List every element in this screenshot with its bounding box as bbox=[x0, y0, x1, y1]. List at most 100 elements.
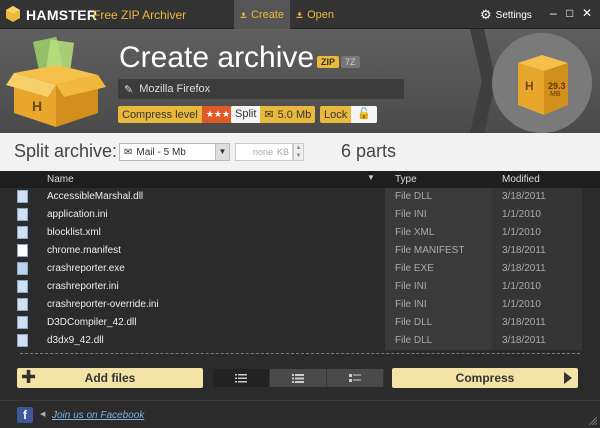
footer: f ◀ Join us on Facebook bbox=[0, 400, 600, 428]
file-type: File DLL bbox=[385, 188, 492, 206]
tiles-icon bbox=[349, 373, 361, 382]
compress-label: Compress bbox=[455, 371, 515, 385]
box-letter: H bbox=[525, 79, 534, 93]
sort-desc-icon[interactable]: ▼ bbox=[367, 173, 375, 182]
archive-box-icon: H bbox=[6, 36, 106, 127]
parts-count: 6 parts bbox=[341, 141, 397, 161]
table-row[interactable]: application.ini File INI 1/1/2010 bbox=[0, 206, 600, 224]
tab-create-label: Create bbox=[250, 8, 284, 21]
ini-file-icon bbox=[17, 298, 28, 311]
split-preset-value: Mail - 5 Mb bbox=[136, 146, 186, 158]
file-table-header: Name ▼ Type Modified bbox=[0, 171, 600, 188]
archive-size-value: 29.3 bbox=[548, 81, 566, 91]
app-name: HAMSTER bbox=[26, 7, 98, 23]
archive-name-value: Mozilla Firefox bbox=[139, 83, 211, 95]
split-size-unit: KB bbox=[276, 147, 289, 157]
split-size-input[interactable]: none KB bbox=[235, 143, 293, 161]
ini-file-icon bbox=[17, 208, 28, 221]
file-type: File INI bbox=[385, 296, 492, 314]
add-files-button[interactable]: ✚ Add files bbox=[17, 367, 203, 388]
facebook-icon[interactable]: f bbox=[17, 407, 33, 423]
xml-file-icon bbox=[17, 226, 28, 239]
dll-file-icon bbox=[17, 334, 28, 347]
file-name: crashreporter.exe bbox=[47, 263, 125, 274]
download-icon bbox=[296, 11, 303, 18]
format-zip-toggle[interactable]: ZIP bbox=[317, 56, 340, 68]
settings-button[interactable]: ⚙ Settings bbox=[480, 7, 532, 23]
column-type[interactable]: Type bbox=[395, 174, 417, 185]
file-modified: 1/1/2010 bbox=[492, 224, 582, 242]
lock-option[interactable]: Lock 🔓 bbox=[320, 106, 377, 123]
maximize-button[interactable]: □ bbox=[566, 7, 573, 19]
file-name: blocklist.xml bbox=[47, 227, 101, 238]
compress-level-stars: ★★★ bbox=[201, 106, 235, 123]
title-bar: HAMSTER Free ZIP Archiver Create Open ⚙ … bbox=[0, 0, 600, 29]
gear-icon: ⚙ bbox=[480, 7, 492, 22]
file-name: crashreporter-override.ini bbox=[47, 299, 159, 310]
lock-label: Lock bbox=[324, 108, 348, 121]
pencil-icon: ✎ bbox=[124, 83, 134, 96]
facebook-link[interactable]: Join us on Facebook bbox=[52, 410, 144, 421]
file-icon bbox=[17, 244, 28, 257]
tab-create[interactable]: Create bbox=[234, 0, 290, 29]
table-row[interactable]: D3DCompiler_42.dll File DLL 3/18/2011 bbox=[0, 314, 600, 332]
envelope-icon: ✉ bbox=[264, 109, 274, 121]
view-tiles-button[interactable] bbox=[327, 369, 384, 387]
upload-icon bbox=[240, 11, 247, 18]
table-row[interactable]: AccessibleMarshal.dll File DLL 3/18/2011 bbox=[0, 188, 600, 206]
table-row[interactable]: blocklist.xml File XML 1/1/2010 bbox=[0, 224, 600, 242]
tab-open-label: Open bbox=[307, 8, 334, 21]
table-row[interactable]: crashreporter.ini File INI 1/1/2010 bbox=[0, 278, 600, 296]
file-type: File DLL bbox=[385, 314, 492, 332]
file-modified: 1/1/2010 bbox=[492, 296, 582, 314]
format-7z-toggle[interactable]: 7Z bbox=[341, 56, 360, 68]
minimize-button[interactable]: – bbox=[550, 7, 557, 19]
split-value: 5.0 Mb bbox=[277, 108, 312, 121]
split-option[interactable]: Split ✉ 5.0 Mb bbox=[231, 106, 316, 123]
view-details-button[interactable] bbox=[213, 369, 270, 387]
app-subtitle: Free ZIP Archiver bbox=[93, 8, 187, 22]
file-type: File MANIFEST bbox=[385, 242, 492, 260]
file-type: File INI bbox=[385, 206, 492, 224]
column-modified[interactable]: Modified bbox=[502, 174, 540, 185]
file-type: File DLL bbox=[385, 332, 492, 350]
file-name: chrome.manifest bbox=[47, 245, 121, 256]
settings-label: Settings bbox=[495, 9, 532, 21]
split-size-stepper[interactable]: ▲ ▼ bbox=[293, 143, 304, 161]
svg-text:H: H bbox=[32, 98, 42, 114]
file-modified: 3/18/2011 bbox=[492, 242, 582, 260]
table-row[interactable]: crashreporter-override.ini File INI 1/1/… bbox=[0, 296, 600, 314]
archive-name-field[interactable]: ✎ Mozilla Firefox bbox=[118, 79, 404, 99]
view-mode-group bbox=[213, 369, 384, 387]
split-preset-select[interactable]: ✉ Mail - 5 Mb ▼ bbox=[119, 143, 230, 161]
file-modified: 3/18/2011 bbox=[492, 188, 582, 206]
column-name[interactable]: Name bbox=[47, 174, 74, 185]
close-button[interactable]: ✕ bbox=[582, 7, 592, 19]
split-label: Split bbox=[231, 106, 261, 123]
file-modified: 3/18/2011 bbox=[492, 260, 582, 278]
exe-file-icon bbox=[17, 262, 28, 275]
file-type: File XML bbox=[385, 224, 492, 242]
table-row[interactable]: crashreporter.exe File EXE 3/18/2011 bbox=[0, 260, 600, 278]
table-row[interactable]: chrome.manifest File MANIFEST 3/18/2011 bbox=[0, 242, 600, 260]
view-list-button[interactable] bbox=[270, 369, 327, 387]
create-header: H Create archive ZIP 7Z ✎ Mozilla Firefo… bbox=[0, 29, 600, 133]
tab-open[interactable]: Open bbox=[290, 0, 340, 29]
compress-level-option[interactable]: Compress level ★★★ bbox=[118, 106, 235, 123]
hamster-logo-icon bbox=[6, 6, 20, 22]
dll-file-icon bbox=[17, 316, 28, 329]
dll-file-icon bbox=[17, 190, 28, 203]
play-arrow-icon bbox=[564, 372, 572, 384]
chevron-down-icon: ▼ bbox=[215, 144, 229, 160]
plus-icon: ✚ bbox=[21, 367, 37, 387]
resize-grip-icon[interactable] bbox=[587, 415, 597, 425]
file-modified: 1/1/2010 bbox=[492, 278, 582, 296]
file-modified: 1/1/2010 bbox=[492, 206, 582, 224]
split-archive-label: Split archive: bbox=[14, 141, 118, 161]
compress-button[interactable]: Compress bbox=[392, 368, 578, 388]
archive-size-badge bbox=[470, 29, 592, 133]
file-modified: 3/18/2011 bbox=[492, 314, 582, 332]
compress-level-label: Compress level bbox=[122, 108, 198, 121]
table-row[interactable]: d3dx9_42.dll File DLL 3/18/2011 bbox=[0, 332, 600, 350]
file-name: D3DCompiler_42.dll bbox=[47, 317, 137, 328]
